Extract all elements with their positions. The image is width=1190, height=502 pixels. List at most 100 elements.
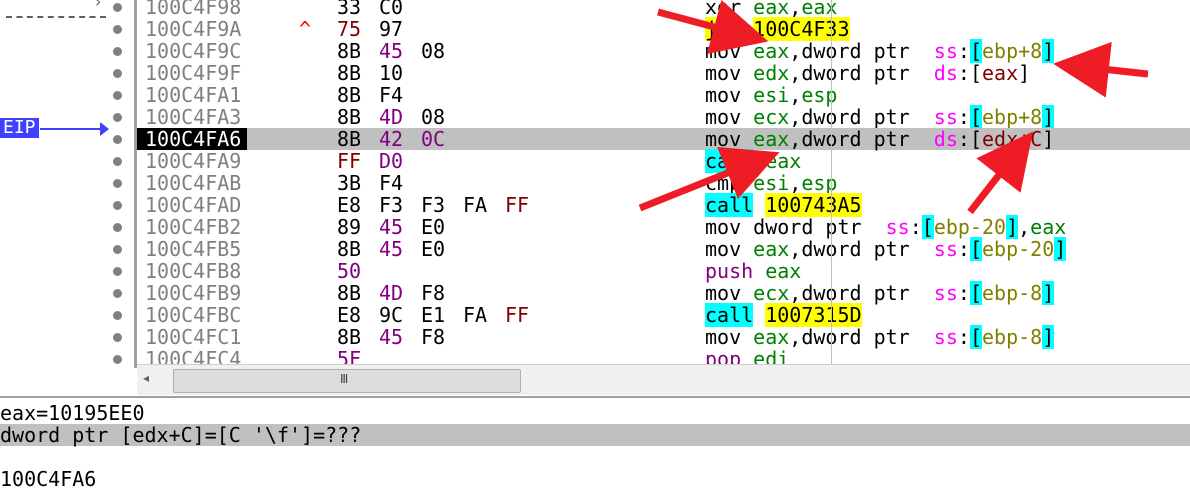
- breakpoint-dot-icon[interactable]: [113, 333, 122, 342]
- address-cell: 100C4FB5: [145, 237, 242, 261]
- instruction-token: ss: [933, 281, 958, 305]
- info-address-line: 100C4FA6: [0, 467, 97, 491]
- scroll-left-icon[interactable]: ◂: [143, 371, 159, 389]
- breakpoint-dot-icon[interactable]: [113, 25, 122, 34]
- instruction-token: ]: [1042, 127, 1055, 151]
- breakpoint-dot-icon[interactable]: [113, 355, 122, 364]
- breakpoint-dot-icon[interactable]: [113, 135, 122, 144]
- disasm-row[interactable]: 100C4FB5 8B 45 E0 mov eax,dword ptr ss:[ebp-…: [137, 237, 1190, 261]
- jump-gutter: › EIP: [0, 0, 134, 368]
- instruction-token: ds: [933, 61, 958, 85]
- disasm-row[interactable]: 100C4FA1 8B F4 mov esi,esp: [137, 84, 1190, 106]
- opcode-byte: 4D: [379, 105, 404, 129]
- breakpoint-dot-icon[interactable]: [113, 223, 122, 232]
- breakpoint-dot-icon[interactable]: [113, 179, 122, 188]
- instruction-token: ,dword ptr: [789, 127, 934, 151]
- instruction-cell: mov ecx,dword ptr ss:[ebp-8]: [705, 281, 1055, 305]
- opcode-byte: FA: [463, 193, 488, 217]
- instruction-token: mov: [705, 83, 754, 107]
- address-cell: 100C4FB8: [145, 259, 242, 283]
- disasm-row[interactable]: 100C4FB8 50 push eax: [137, 260, 1190, 282]
- breakpoint-dot-icon[interactable]: [113, 267, 122, 276]
- opcode-byte: 8B: [337, 61, 362, 85]
- breakpoint-dot-icon[interactable]: [113, 113, 122, 122]
- disasm-row[interactable]: 100C4FB2 89 45 E0 mov dword ptr ss:[ebp-20],…: [137, 215, 1190, 239]
- disasm-row[interactable]: 100C4FA3 8B 4D 08 mov ecx,dword ptr ss:[ebp+…: [137, 105, 1190, 129]
- horizontal-scrollbar[interactable]: ◂ Ⅲ: [137, 364, 1190, 395]
- instruction-token: ss: [933, 325, 958, 349]
- breakpoint-dot-icon[interactable]: [113, 201, 122, 210]
- breakpoint-dot-icon[interactable]: [113, 3, 122, 12]
- instruction-token: [: [969, 281, 982, 305]
- address-cell: 100C4FAB: [145, 171, 242, 195]
- opcode-byte: E0: [421, 237, 446, 261]
- disasm-row[interactable]: 100C4FA9 FF D0 call eax: [137, 149, 1190, 173]
- instruction-token: ,: [789, 83, 802, 107]
- opcode-byte: F4: [379, 83, 404, 107]
- column-divider: [831, 0, 832, 368]
- opcode-byte: F8: [421, 325, 446, 349]
- instruction-token: ss: [933, 39, 958, 63]
- disasm-row[interactable]: 100C4FAB 3B F4 cmp esi,esp: [137, 172, 1190, 194]
- opcode-byte: 3B: [337, 171, 362, 195]
- opcode-byte: C0: [379, 0, 404, 19]
- opcode-byte: E8: [337, 193, 362, 217]
- instruction-token: ebp-8: [981, 325, 1043, 349]
- instruction-token: ebp-8: [981, 281, 1043, 305]
- address-cell: 100C4F9A: [145, 17, 242, 41]
- breakpoint-dot-icon[interactable]: [113, 311, 122, 320]
- instruction-token: mov: [705, 39, 754, 63]
- instruction-token: call: [705, 149, 754, 173]
- address-cell: 100C4FA9: [145, 149, 242, 173]
- disasm-row[interactable]: 100C4FAD E8 F3 F3 FA FF call 100743A5: [137, 193, 1190, 217]
- instruction-token: ,dword ptr: [789, 237, 934, 261]
- opcode-byte: 8B: [337, 281, 362, 305]
- disasm-row[interactable]: 100C4F9C 8B 45 08 mov eax,dword ptr ss:[ebp+…: [137, 39, 1190, 63]
- instruction-token: [753, 149, 765, 173]
- opcode-byte: E8: [337, 303, 362, 327]
- instruction-token: ss: [933, 237, 958, 261]
- instruction-token: ebp+8: [981, 39, 1043, 63]
- address-cell: 100C4FC1: [145, 325, 242, 349]
- address-cell: 100C4FA3: [145, 105, 242, 129]
- opcode-byte: F8: [421, 281, 446, 305]
- instruction-token: ]: [1006, 215, 1019, 239]
- address-cell: 100C4FBC: [145, 303, 242, 327]
- breakpoint-dot-icon[interactable]: [113, 289, 122, 298]
- scroll-thumb[interactable]: Ⅲ: [173, 369, 521, 393]
- instruction-token: ]: [1018, 61, 1031, 85]
- disasm-row[interactable]: 100C4FB9 8B 4D F8 mov ecx,dword ptr ss:[ebp-…: [137, 281, 1190, 305]
- instruction-token: call: [705, 193, 754, 217]
- instruction-token: ]: [1042, 281, 1055, 305]
- instruction-token: ,dword ptr: [789, 281, 934, 305]
- disasm-row[interactable]: 100C4F9F 8B 10 mov edx,dword ptr ds:[eax]: [137, 62, 1190, 84]
- opcode-byte: 9C: [379, 303, 404, 327]
- breakpoint-dot-icon[interactable]: [113, 157, 122, 166]
- instruction-token: eax: [1030, 215, 1067, 239]
- opcode-byte: 8B: [337, 83, 362, 107]
- breakpoint-dot-icon[interactable]: [113, 91, 122, 100]
- instruction-cell: mov esi,esp: [705, 84, 837, 106]
- opcode-byte: F3: [421, 193, 446, 217]
- instruction-token: ,dword ptr: [789, 61, 934, 85]
- instruction-token: ,dword ptr: [789, 39, 934, 63]
- disasm-row[interactable]: 100C4FA6 8B 42 0C mov eax,dword ptr ds:[edx+…: [137, 128, 1190, 150]
- address-cell: 100C4F9F: [145, 61, 242, 85]
- instruction-cell: call 1007315D: [705, 303, 862, 327]
- address-cell: 100C4FA6: [137, 128, 248, 150]
- breakpoint-dot-icon[interactable]: [113, 69, 122, 78]
- breakpoint-dot-icon[interactable]: [113, 47, 122, 56]
- address-cell: 100C4FB2: [145, 215, 242, 239]
- disasm-row[interactable]: 100C4FC1 8B 45 F8 mov eax,dword ptr ss:[ebp-…: [137, 325, 1190, 349]
- disasm-row[interactable]: 100C4F9A ^ 75 97 jne 100C4F33: [137, 17, 1190, 41]
- instruction-token: ]: [1054, 237, 1067, 261]
- breakpoint-dot-icon[interactable]: [113, 245, 122, 254]
- disasm-row[interactable]: 100C4F98 33 C0 xor eax,eax: [137, 0, 1190, 18]
- instruction-cell: mov ecx,dword ptr ss:[ebp+8]: [705, 105, 1055, 129]
- disassembly-view[interactable]: 100C4F98 33 C0 xor eax,eax 100C4F9A ^ 75 97 jne …: [137, 0, 1190, 368]
- opcode-byte: D0: [379, 149, 404, 173]
- disasm-row[interactable]: 100C4FBC E8 9C E1 FA FF call 1007315D: [137, 303, 1190, 327]
- instruction-cell: cmp esi,esp: [705, 172, 837, 194]
- instruction-token: eax: [765, 149, 802, 173]
- opcode-byte: FF: [337, 149, 362, 173]
